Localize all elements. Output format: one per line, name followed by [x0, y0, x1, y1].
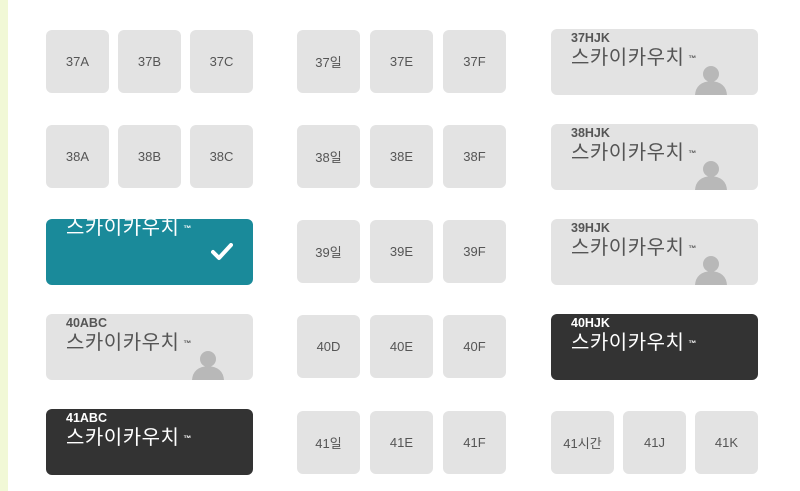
seat-37f[interactable]: 37F — [443, 30, 506, 93]
trademark-symbol: ™ — [688, 53, 697, 63]
seat-38b[interactable]: 38B — [118, 125, 181, 188]
seat-39f[interactable]: 39F — [443, 220, 506, 283]
trademark-symbol: ™ — [688, 243, 697, 253]
checkmark-icon — [211, 243, 233, 260]
seat-37e[interactable]: 37E — [370, 30, 433, 93]
skycouch-name: 스카이카우치 ™ — [571, 142, 697, 164]
seat-39d[interactable]: 39일 — [297, 220, 360, 283]
seat-41h[interactable]: 41시간 — [551, 411, 614, 474]
seat-38d[interactable]: 38일 — [297, 125, 360, 188]
trademark-symbol: ™ — [688, 148, 697, 158]
skycouch-code: 37HJK — [571, 31, 610, 45]
seat-40f[interactable]: 40F — [443, 315, 506, 378]
skycouch-code: 41ABC — [66, 411, 107, 425]
seat-41e[interactable]: 41E — [370, 411, 433, 474]
seat-37c[interactable]: 37C — [190, 30, 253, 93]
skycouch-40hjk-occupied: 40HJK 스카이카우치 ™ — [551, 314, 758, 380]
seat-41d[interactable]: 41일 — [297, 411, 360, 474]
seat-41f[interactable]: 41F — [443, 411, 506, 474]
skycouch-40abc[interactable]: 40ABC 스카이카우치 ™ — [46, 314, 253, 380]
trademark-symbol: ™ — [183, 433, 192, 443]
person-silhouette-icon — [695, 161, 727, 190]
trademark-symbol: ™ — [688, 338, 697, 348]
person-silhouette-icon — [695, 256, 727, 285]
skycouch-name: 스카이카우치 ™ — [571, 47, 697, 69]
skycouch-code: 40ABC — [66, 316, 107, 330]
skycouch-code: 39HJK — [571, 221, 610, 235]
skycouch-code: 38HJK — [571, 126, 610, 140]
person-silhouette-icon — [192, 351, 224, 380]
skycouch-37hjk[interactable]: 37HJK 스카이카우치 ™ — [551, 29, 758, 95]
seat-38e[interactable]: 38E — [370, 125, 433, 188]
seat-41j[interactable]: 41J — [623, 411, 686, 474]
seat-37d[interactable]: 37일 — [297, 30, 360, 93]
skycouch-38hjk[interactable]: 38HJK 스카이카우치 ™ — [551, 124, 758, 190]
skycouch-41abc-occupied: 41ABC 스카이카우치 ™ — [46, 409, 253, 475]
skycouch-name: 스카이카우치 ™ — [571, 332, 697, 354]
seat-37a[interactable]: 37A — [46, 30, 109, 93]
seat-40d[interactable]: 40D — [297, 315, 360, 378]
seat-38c[interactable]: 38C — [190, 125, 253, 188]
trademark-symbol: ™ — [183, 223, 192, 233]
left-accent-bar — [0, 0, 8, 491]
seat-37b[interactable]: 37B — [118, 30, 181, 93]
skycouch-39hjk[interactable]: 39HJK 스카이카우치 ™ — [551, 219, 758, 285]
seat-39e[interactable]: 39E — [370, 220, 433, 283]
seat-38a[interactable]: 38A — [46, 125, 109, 188]
skycouch-39abc-selected[interactable]: 스카이카우치 ™ — [46, 219, 253, 285]
skycouch-name: 스카이카우치 ™ — [66, 219, 192, 239]
seat-41k[interactable]: 41K — [695, 411, 758, 474]
skycouch-name: 스카이카우치 ™ — [66, 427, 192, 449]
trademark-symbol: ™ — [183, 338, 192, 348]
skycouch-code: 40HJK — [571, 316, 610, 330]
seat-40e[interactable]: 40E — [370, 315, 433, 378]
skycouch-name: 스카이카우치 ™ — [66, 332, 192, 354]
skycouch-name: 스카이카우치 ™ — [571, 237, 697, 259]
person-silhouette-icon — [695, 66, 727, 95]
seat-38f[interactable]: 38F — [443, 125, 506, 188]
